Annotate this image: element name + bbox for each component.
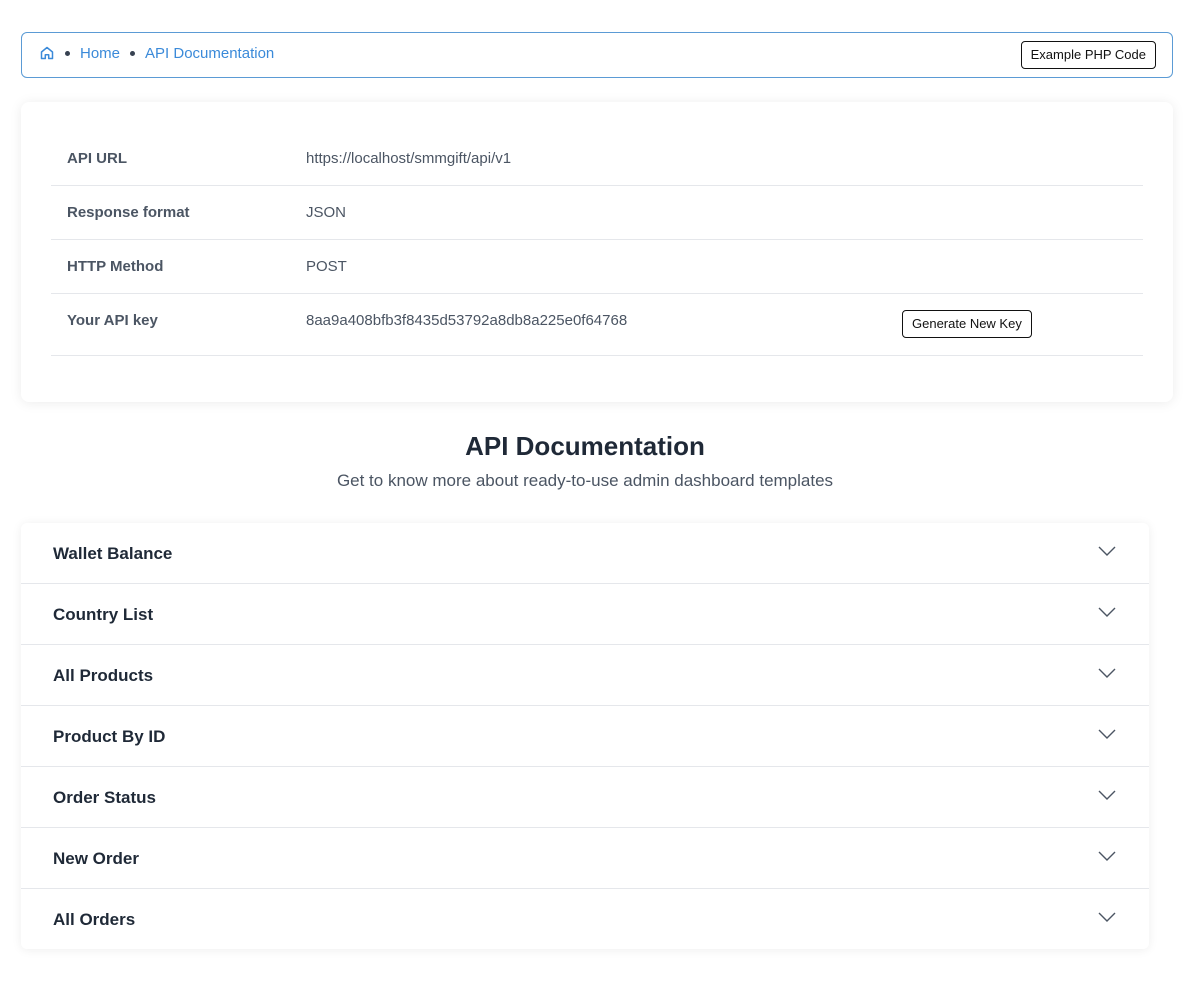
info-row-response-format: Response format JSON xyxy=(51,186,1143,240)
info-label: Response format xyxy=(67,204,190,221)
info-label: HTTP Method xyxy=(67,258,164,275)
info-value: POST xyxy=(306,258,347,275)
accordion-item-order-status[interactable]: Order Status xyxy=(21,767,1149,828)
accordion-item-all-products[interactable]: All Products xyxy=(21,645,1149,706)
chevron-down-icon xyxy=(1098,668,1116,678)
info-row-api-url: API URL https://localhost/smmgift/api/v1 xyxy=(51,132,1143,186)
chevron-down-icon xyxy=(1098,607,1116,617)
breadcrumb-bar: Home API Documentation Example PHP Code xyxy=(21,32,1173,78)
example-php-code-button[interactable]: Example PHP Code xyxy=(1020,41,1156,69)
info-value: https://localhost/smmgift/api/v1 xyxy=(306,150,512,167)
accordion-label: Wallet Balance xyxy=(53,544,173,563)
accordion-item-wallet-balance[interactable]: Wallet Balance xyxy=(21,523,1149,584)
chevron-down-icon xyxy=(1098,912,1116,922)
breadcrumb-separator xyxy=(130,50,136,56)
info-label: API URL xyxy=(67,150,127,167)
api-info-card: API URL https://localhost/smmgift/api/v1… xyxy=(21,102,1173,402)
home-icon[interactable] xyxy=(39,45,55,61)
api-key-value: 8aa9a408bfb3f8435d53792a8db8a225e0f64768 xyxy=(306,312,628,329)
breadcrumb: Home API Documentation xyxy=(39,33,274,73)
breadcrumb-home-link[interactable]: Home xyxy=(80,45,120,62)
generate-new-key-button[interactable]: Generate New Key xyxy=(902,310,1032,338)
info-row-http-method: HTTP Method POST xyxy=(51,240,1143,294)
accordion-label: Product By ID xyxy=(53,727,166,746)
accordion-item-country-list[interactable]: Country List xyxy=(21,584,1149,645)
breadcrumb-current[interactable]: API Documentation xyxy=(145,45,274,62)
breadcrumb-separator xyxy=(65,50,70,56)
info-row-api-key: Your API key 8aa9a408bfb3f8435d53792a8db… xyxy=(51,294,1143,356)
accordion-label: New Order xyxy=(53,849,139,868)
accordion-label: Country List xyxy=(53,605,154,624)
page-subtitle: Get to know more about ready-to-use admi… xyxy=(336,471,834,490)
chevron-down-icon xyxy=(1098,546,1116,556)
chevron-down-icon xyxy=(1098,790,1116,800)
page-title: API Documentation xyxy=(465,431,705,461)
api-endpoints-accordion: Wallet Balance Country List All Products… xyxy=(21,523,1149,949)
api-info-table: API URL https://localhost/smmgift/api/v1… xyxy=(51,132,1143,356)
accordion-label: All Orders xyxy=(53,910,136,929)
accordion-label: Order Status xyxy=(53,788,156,807)
info-value: JSON xyxy=(306,204,347,221)
accordion-label: All Products xyxy=(53,666,154,685)
chevron-down-icon xyxy=(1098,729,1116,739)
accordion-item-all-orders[interactable]: All Orders xyxy=(21,889,1149,949)
accordion-item-product-by-id[interactable]: Product By ID xyxy=(21,706,1149,767)
info-label: Your API key xyxy=(67,312,158,329)
chevron-down-icon xyxy=(1098,851,1116,861)
accordion-item-new-order[interactable]: New Order xyxy=(21,828,1149,889)
